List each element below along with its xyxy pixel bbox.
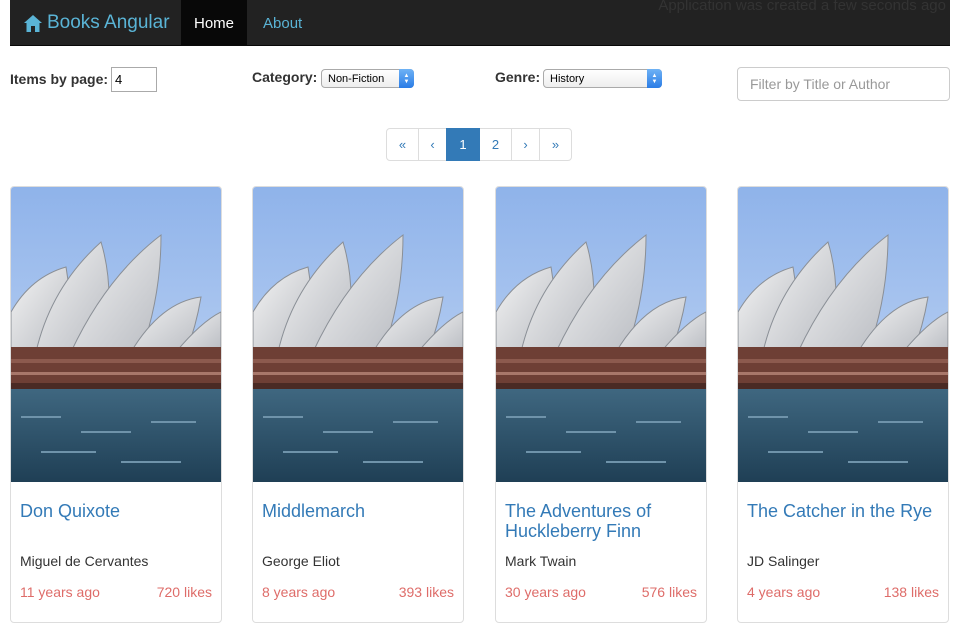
items-per-page-input[interactable]: 4 [111,67,157,92]
book-card[interactable]: Middlemarch George Eliot 8 years ago 393… [252,186,464,623]
book-likes: 576 likes [641,584,697,600]
nav-about-label: About [263,14,303,32]
book-author: Mark Twain [505,553,577,569]
select-arrows-icon: ▲ ▼ [647,69,662,88]
pagination: « ‹ 1 2 › » [386,128,572,161]
category-select[interactable]: Non-Fiction ▲ ▼ [321,69,414,88]
page-2-button[interactable]: 2 [479,128,512,161]
genre-label: Genre: [495,69,541,85]
book-title[interactable]: The Adventures of Huckleberry Finn [505,501,699,541]
book-cover-image [496,187,706,482]
select-arrows-icon: ▲ ▼ [399,69,414,88]
page-1-button[interactable]: 1 [446,128,480,161]
book-author: George Eliot [262,553,340,569]
category-label: Category: [252,69,318,85]
genre-selected-value: History [550,72,585,85]
book-age: 11 years ago [20,584,100,600]
book-author: JD Salinger [747,553,820,569]
book-card[interactable]: Don Quixote Miguel de Cervantes 11 years… [10,186,222,623]
navbar: Books Angular Home About Application was… [10,0,950,46]
page-first-button[interactable]: « [386,128,419,161]
page-next-button[interactable]: › [511,128,540,161]
book-age: 8 years ago [262,584,336,600]
book-card[interactable]: The Catcher in the Rye JD Salinger 4 yea… [737,186,949,623]
nav-about[interactable]: About [263,0,302,46]
book-likes: 393 likes [398,584,454,600]
category-selected-value: Non-Fiction [328,72,385,85]
search-input[interactable]: Filter by Title or Author [737,67,950,101]
book-age: 4 years ago [747,584,821,600]
book-cover-image [738,187,948,482]
book-card[interactable]: The Adventures of Huckleberry Finn Mark … [495,186,707,623]
book-likes: 138 likes [883,584,939,600]
book-cover-image [253,187,463,482]
page-prev-button[interactable]: ‹ [418,128,447,161]
brand-label: Books Angular [47,12,170,33]
book-title[interactable]: Middlemarch [262,501,456,521]
book-title[interactable]: Don Quixote [20,501,214,521]
book-age: 30 years ago [505,584,586,600]
book-likes: 720 likes [156,584,212,600]
app-status-text: Application was created a few seconds ag… [658,0,946,14]
book-cover-image [11,187,221,482]
nav-home[interactable]: Home [181,0,247,46]
page-last-button[interactable]: » [539,128,572,161]
genre-select[interactable]: History ▲ ▼ [543,69,662,88]
book-author: Miguel de Cervantes [20,553,149,569]
home-icon [24,14,42,32]
nav-home-label: Home [193,14,234,32]
book-title[interactable]: The Catcher in the Rye [747,501,941,521]
brand-link[interactable]: Books Angular [24,0,170,46]
items-per-page-label: Items by page: [10,71,109,87]
